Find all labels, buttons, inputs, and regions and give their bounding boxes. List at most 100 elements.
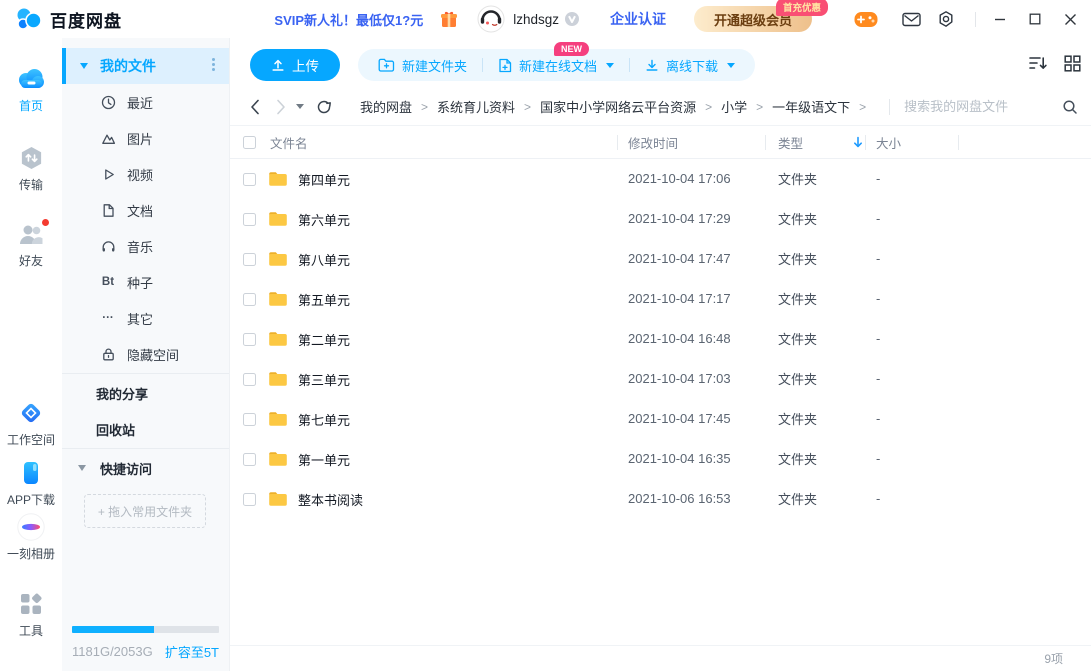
row-checkbox[interactable] <box>243 453 256 466</box>
more-options-icon[interactable] <box>212 58 215 71</box>
refresh-button[interactable] <box>316 99 332 115</box>
back-button[interactable] <box>250 99 260 115</box>
column-header-name[interactable]: 文件名 <box>270 133 308 152</box>
search-icon[interactable] <box>1062 99 1078 115</box>
file-name[interactable]: 第二单元 <box>298 330 350 349</box>
sort-order-icon[interactable] <box>1028 55 1048 71</box>
gift-icon[interactable] <box>439 9 459 29</box>
row-checkbox[interactable] <box>243 493 256 506</box>
sidebar-item-music[interactable]: 音乐 <box>62 228 229 264</box>
file-name[interactable]: 第七单元 <box>298 410 350 429</box>
file-row[interactable]: 第二单元 2021-10-04 16:48 文件夹 - <box>230 319 1091 359</box>
rail-item-transfer[interactable]: 传输 <box>0 145 62 193</box>
rail-item-workspace[interactable]: 工作空间 <box>0 400 62 448</box>
column-header-size[interactable]: 大小 <box>876 133 901 152</box>
sidebar-item-label: 图片 <box>127 129 153 148</box>
new-folder-button[interactable]: 新建文件夹 <box>378 56 467 75</box>
svip-button-wrap: 开通超级会员 首充优惠 <box>694 6 812 32</box>
sidebar-item-my-share[interactable]: 我的分享 <box>62 375 229 411</box>
workspace-icon <box>18 400 44 426</box>
expand-storage-link[interactable]: 扩容至5T <box>165 642 219 661</box>
file-row[interactable]: 第五单元 2021-10-04 17:17 文件夹 - <box>230 279 1091 319</box>
file-name[interactable]: 第一单元 <box>298 450 350 469</box>
game-icon[interactable] <box>854 11 878 28</box>
file-name[interactable]: 第三单元 <box>298 370 350 389</box>
titlebar-divider <box>975 12 976 27</box>
sidebar-item-documents[interactable]: 文档 <box>62 192 229 228</box>
new-online-doc-label: 新建在线文档 <box>519 56 597 75</box>
sidebar-item-hidden-space[interactable]: 隐藏空间 <box>62 336 229 372</box>
file-name[interactable]: 第四单元 <box>298 170 350 189</box>
rail-label: 传输 <box>19 176 43 193</box>
select-all-checkbox[interactable] <box>243 136 256 149</box>
rail-item-friends[interactable]: 好友 <box>0 221 62 269</box>
history-dropdown-icon[interactable] <box>296 104 304 109</box>
sidebar-item-images[interactable]: 图片 <box>62 120 229 156</box>
row-checkbox[interactable] <box>243 373 256 386</box>
rail-label: 首页 <box>19 97 43 114</box>
file-name[interactable]: 第六单元 <box>298 210 350 229</box>
row-checkbox[interactable] <box>243 293 256 306</box>
column-header-time[interactable]: 修改时间 <box>628 133 678 152</box>
file-row[interactable]: 第三单元 2021-10-04 17:03 文件夹 - <box>230 359 1091 399</box>
new-online-doc-button[interactable]: 新建在线文档 <box>498 56 614 75</box>
row-checkbox[interactable] <box>243 173 256 186</box>
app-title: 百度网盘 <box>50 7 122 32</box>
search-input[interactable] <box>904 99 1062 114</box>
collapse-triangle-icon[interactable] <box>80 63 88 69</box>
file-time: 2021-10-04 17:03 <box>628 371 731 386</box>
sidebar-item-torrents[interactable]: Bt 种子 <box>62 264 229 300</box>
file-time: 2021-10-04 17:06 <box>628 171 731 186</box>
toolbar: 上传 新建文件夹 新建在线文档 <box>230 38 1091 88</box>
file-row[interactable]: 第四单元 2021-10-04 17:06 文件夹 - <box>230 159 1091 199</box>
drop-folder-zone[interactable]: + 拖入常用文件夹 <box>84 494 206 528</box>
sidebar-item-recycle-bin[interactable]: 回收站 <box>62 411 229 447</box>
transfer-icon <box>19 145 44 171</box>
rail-item-tools[interactable]: 工具 <box>0 591 62 639</box>
collapse-triangle-icon[interactable] <box>78 465 86 471</box>
settings-gear-icon[interactable] <box>937 10 955 28</box>
grid-view-icon[interactable] <box>1064 55 1081 72</box>
close-button[interactable] <box>1059 8 1081 30</box>
breadcrumb-item[interactable]: 小学 <box>721 97 747 116</box>
enterprise-cert-link[interactable]: 企业认证 <box>610 9 666 29</box>
forward-button[interactable] <box>276 99 286 115</box>
upload-button[interactable]: 上传 <box>250 49 340 81</box>
file-name[interactable]: 整本书阅读 <box>298 490 363 509</box>
sort-descending-icon[interactable] <box>853 136 863 152</box>
mail-icon[interactable] <box>902 12 921 27</box>
minimize-button[interactable] <box>989 8 1011 30</box>
sidebar-item-quick-access[interactable]: 快捷访问 <box>62 450 229 486</box>
file-row[interactable]: 第七单元 2021-10-04 17:45 文件夹 - <box>230 399 1091 439</box>
sidebar-item-my-files[interactable]: 我的文件 <box>62 48 229 84</box>
breadcrumb-separator: > <box>705 100 712 114</box>
rail-item-app-download[interactable]: APP下载 <box>0 460 62 508</box>
sidebar-item-recent[interactable]: 最近 <box>62 84 229 120</box>
breadcrumb-item[interactable]: 国家中小学网络云平台资源 <box>540 97 696 116</box>
file-row[interactable]: 第六单元 2021-10-04 17:29 文件夹 - <box>230 199 1091 239</box>
maximize-button[interactable] <box>1024 8 1046 30</box>
row-checkbox[interactable] <box>243 413 256 426</box>
offline-download-button[interactable]: 离线下载 <box>645 56 735 75</box>
file-row[interactable]: 第一单元 2021-10-04 16:35 文件夹 - <box>230 439 1091 479</box>
username[interactable]: lzhdsgz <box>513 12 559 27</box>
file-name[interactable]: 第五单元 <box>298 290 350 309</box>
file-name[interactable]: 第八单元 <box>298 250 350 269</box>
file-row[interactable]: 整本书阅读 2021-10-06 16:53 文件夹 - <box>230 479 1091 519</box>
column-header-type[interactable]: 类型 <box>778 133 803 152</box>
rail-item-home[interactable]: 首页 <box>0 66 62 114</box>
row-checkbox[interactable] <box>243 333 256 346</box>
sidebar-item-videos[interactable]: 视频 <box>62 156 229 192</box>
breadcrumb-item[interactable]: 我的网盘 <box>360 97 412 116</box>
breadcrumb-item[interactable]: 系统育儿资料 <box>437 97 515 116</box>
svip-promo-link[interactable]: SVIP新人礼！最低仅1?元 <box>274 10 423 29</box>
breadcrumb-item[interactable]: 一年级语文下 <box>772 97 850 116</box>
file-type: 文件夹 <box>778 252 817 267</box>
row-checkbox[interactable] <box>243 253 256 266</box>
file-row[interactable]: 第八单元 2021-10-04 17:47 文件夹 - <box>230 239 1091 279</box>
row-checkbox[interactable] <box>243 213 256 226</box>
sidebar-item-others[interactable]: ··· 其它 <box>62 300 229 336</box>
rail-item-album[interactable]: 一刻相册 <box>0 514 62 562</box>
user-avatar[interactable] <box>477 5 505 33</box>
download-icon <box>645 58 659 72</box>
